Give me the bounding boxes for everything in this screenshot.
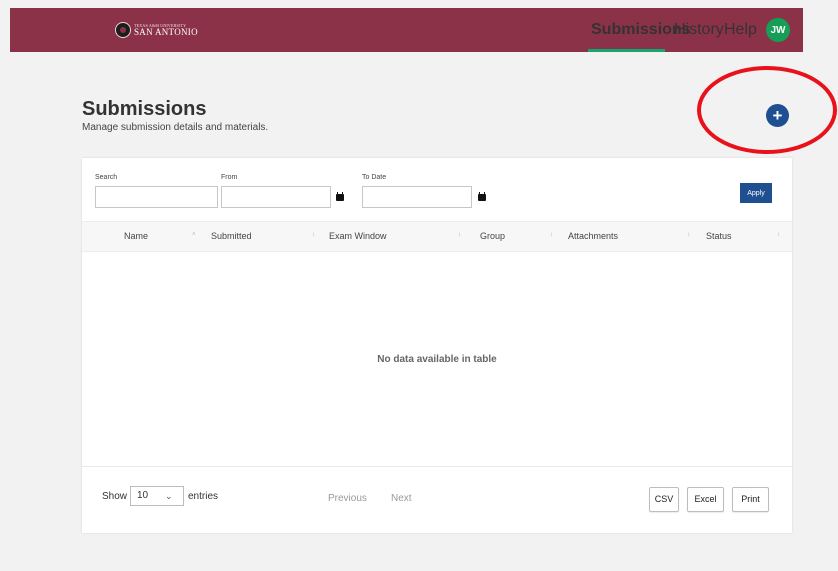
column-header-name[interactable]: Name <box>124 222 148 251</box>
search-label: Search <box>95 174 118 181</box>
logo-main-text: SAN ANTONIO <box>134 26 198 37</box>
excel-button[interactable]: Excel <box>687 487 724 512</box>
column-header-exam-window[interactable]: Exam Window <box>329 222 387 251</box>
nav-active-indicator <box>588 49 665 52</box>
sort-icon[interactable]: ↕ <box>687 232 690 238</box>
to-calendar-button[interactable] <box>474 186 490 208</box>
university-logo[interactable]: Texas A&M University SAN ANTONIO <box>115 22 198 38</box>
entries-label: entries <box>188 491 219 502</box>
pagination-previous[interactable]: Previous <box>328 493 367 504</box>
user-avatar[interactable]: JW <box>766 18 790 42</box>
table-header: Name ˄ Submitted ↕ Exam Window ↕ Group ↕… <box>82 221 792 252</box>
calendar-icon <box>478 191 486 201</box>
nav-history[interactable]: History <box>674 8 724 52</box>
page-title: Submissions <box>82 98 207 120</box>
seal-icon <box>115 22 131 38</box>
search-input[interactable] <box>95 186 218 208</box>
page-subtitle: Manage submission details and materials. <box>82 122 269 133</box>
to-date-label: To Date <box>362 174 387 181</box>
show-label: Show <box>102 491 128 502</box>
pagination-next[interactable]: Next <box>391 493 412 504</box>
top-navigation-bar: Texas A&M University SAN ANTONIO Submiss… <box>10 8 803 52</box>
column-header-submitted[interactable]: Submitted <box>211 222 252 251</box>
from-calendar-button[interactable] <box>332 186 348 208</box>
page-length-value: 10 <box>137 490 149 501</box>
footer-divider <box>82 466 792 467</box>
column-header-group[interactable]: Group <box>480 222 505 251</box>
sort-icon[interactable]: ↕ <box>312 232 315 238</box>
column-header-attachments[interactable]: Attachments <box>568 222 618 251</box>
csv-button[interactable]: CSV <box>649 487 679 512</box>
add-submission-button[interactable]: + <box>766 104 789 127</box>
submissions-card: Search From To Date Apply Name ˄ Submitt… <box>82 158 792 533</box>
apply-button[interactable]: Apply <box>740 183 772 203</box>
sort-icon[interactable]: ↕ <box>550 232 553 238</box>
empty-table-message: No data available in table <box>377 354 497 365</box>
column-header-status[interactable]: Status <box>706 222 732 251</box>
to-date-input[interactable] <box>362 186 472 208</box>
print-button[interactable]: Print <box>732 487 769 512</box>
from-label: From <box>221 174 238 181</box>
sort-asc-icon[interactable]: ˄ <box>192 232 196 238</box>
from-date-input[interactable] <box>221 186 331 208</box>
page-length-select[interactable]: 10 ⌄ <box>130 486 184 506</box>
nav-help[interactable]: Help <box>724 8 757 52</box>
sort-icon[interactable]: ↕ <box>458 232 461 238</box>
chevron-down-icon: ⌄ <box>165 491 173 501</box>
calendar-icon <box>336 191 344 201</box>
sort-icon[interactable]: ↕ <box>777 232 780 238</box>
